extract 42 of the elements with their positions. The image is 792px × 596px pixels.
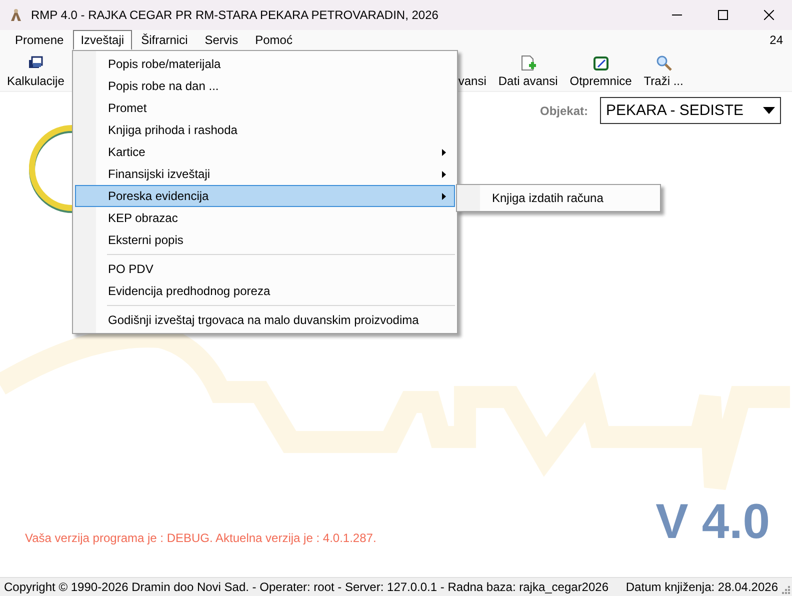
toolbar-button[interactable]: vansi <box>454 74 490 88</box>
window-title: RMP 4.0 - RAJKA CEGAR PR RM-STARA PEKARA PETROVARADIN, 2026 <box>31 8 440 22</box>
toolbar-button[interactable]: Kalkulacije <box>3 55 68 88</box>
submenu-arrow-icon <box>442 148 446 156</box>
posting-date: Datum knjiženja: 28.04.2026 <box>626 580 778 594</box>
app-icon <box>8 7 24 23</box>
counter-text: 24 <box>770 33 783 47</box>
objekat-label: Objekat: <box>540 104 588 118</box>
menu-option[interactable]: Poreska evidencija <box>75 185 455 207</box>
close-icon <box>764 10 774 20</box>
notepad-icon <box>592 55 609 71</box>
objekat-select[interactable]: PEKARA - SEDISTE <box>600 97 781 124</box>
menu-option[interactable]: Popis robe/materijala <box>75 53 455 75</box>
toolbar-button[interactable]: Dati avansi <box>494 55 562 88</box>
menu-item[interactable]: Servis <box>196 30 246 50</box>
menu-option[interactable]: Godišnji izveštaj trgovaca na malo duvanskim proizvodima <box>75 309 455 331</box>
menu-option[interactable]: KEP obrazac <box>75 207 455 229</box>
menu-item[interactable]: Pomoć <box>247 30 300 50</box>
menu-item[interactable]: Šifrarnici <box>133 30 196 50</box>
menu-option[interactable]: Finansijski izveštaji <box>75 163 455 185</box>
menu-option[interactable]: Knjiga prihoda i rashoda <box>75 119 455 141</box>
search-icon <box>656 55 672 71</box>
toolbar-button[interactable]: Otpremnice <box>566 55 636 88</box>
toolbar-button[interactable]: Traži ... <box>640 55 688 88</box>
version-message: Vaša verzija programa je : DEBUG. Aktuelna verzija je : 4.0.1.287. <box>25 531 376 545</box>
menu-option[interactable]: Kartice <box>75 141 455 163</box>
menu-item[interactable]: Promene <box>7 30 72 50</box>
menu-option[interactable]: Popis robe na dan ... <box>75 75 455 97</box>
menu-option[interactable]: Promet <box>75 97 455 119</box>
menu-option[interactable]: Evidencija predhodnog poreza <box>75 280 455 302</box>
document-add-icon <box>520 55 536 71</box>
menu-item[interactable]: Izveštaji <box>72 30 132 50</box>
menu-option[interactable]: PO PDV <box>75 258 455 280</box>
submenu-arrow-icon <box>442 170 446 178</box>
version-title: V 4.0 <box>656 498 770 547</box>
submenu-arrow-icon <box>442 192 446 200</box>
resize-grip-icon <box>782 586 790 594</box>
status-text: Copyright © 1990-2026 Dramin doo Novi Sad. - Operater: root - Server: 127.0.0.1 - Radna baza: rajka_cegar2026 <box>4 580 609 594</box>
maximize-icon <box>718 10 728 20</box>
caret-icon <box>763 107 775 114</box>
menu-option[interactable]: Eksterni popis <box>75 229 455 251</box>
folders-icon <box>28 55 44 71</box>
